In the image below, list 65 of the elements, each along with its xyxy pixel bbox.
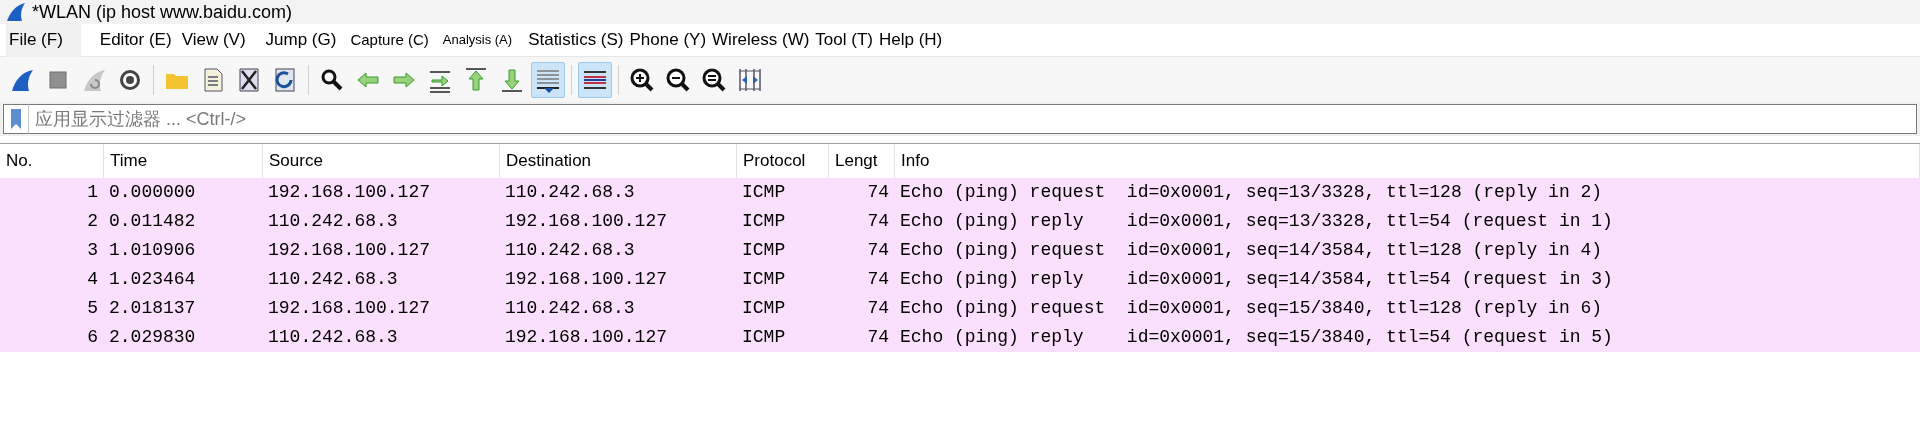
packet-row[interactable]: 3 1.010906 192.168.100.127 110.242.68.3 ICMP 74 Echo (ping) request id=0x0001, seq=14/3584, ttl=128 (reply in 4) — [0, 236, 1920, 265]
table-cell-text: 2.018137 — [109, 297, 196, 320]
table-cell-text: 74 — [867, 210, 889, 233]
menu-item[interactable]: Wireless (W) — [709, 23, 813, 57]
menu-item[interactable]: Statistics (S) — [525, 23, 627, 57]
menu-item[interactable]: Help (H) — [875, 23, 946, 57]
table-cell-text: Echo (ping) request id=0x0001, seq=13/3328, ttl=128 (reply in 2) — [900, 181, 1603, 204]
table-cell-text: Echo (ping) reply id=0x0001, seq=13/3328, ttl=54 (request in 1) — [900, 210, 1613, 233]
table-cell-text: 110.242.68.3 — [268, 268, 398, 291]
table-cell-text: ICMP — [742, 268, 786, 291]
table-cell-text: 4 — [87, 268, 98, 291]
window-title: *WLAN (ip host www.baidu.com) — [32, 3, 293, 21]
table-cell-text: 110.242.68.3 — [505, 239, 635, 262]
table-cell-text: 192.168.100.127 — [505, 326, 668, 349]
toolbar-button[interactable] — [578, 61, 612, 98]
display-filter-field[interactable]: 应用显示过滤器 ... <Ctrl-/> — [28, 104, 1917, 134]
packet-row[interactable]: 1 0.000000 192.168.100.127 110.242.68.3 ICMP 74 Echo (ping) request id=0x0001, seq=13/3328, ttl=128 (reply in 2) — [0, 178, 1920, 207]
menu-item[interactable]: Capture (C) — [347, 24, 432, 56]
menu-item[interactable]: View (V) — [178, 23, 249, 57]
table-cell-text: 110.242.68.3 — [505, 297, 635, 320]
menu-item[interactable]: File (F) — [6, 23, 81, 57]
table-cell-text: 110.242.68.3 — [268, 326, 398, 349]
table-cell-text: 192.168.100.127 — [505, 210, 668, 233]
table-cell-text: Echo (ping) reply id=0x0001, seq=15/3840, ttl=54 (request in 5) — [900, 326, 1613, 349]
table-cell-text: 110.242.68.3 — [505, 181, 635, 204]
table-cell-text: ICMP — [742, 326, 786, 349]
table-cell-text: 110.242.68.3 — [268, 210, 398, 233]
table-cell-text: 74 — [867, 268, 889, 291]
app-logo-icon — [6, 2, 26, 22]
table-cell-text: 192.168.100.127 — [268, 181, 431, 204]
table-cell-text: 5 — [87, 297, 98, 320]
menu-item[interactable]: Tool (T) — [812, 23, 876, 57]
table-cell-text: 74 — [867, 297, 889, 320]
menu-item[interactable]: Editor (E) — [96, 23, 175, 57]
table-cell-text: Echo (ping) reply id=0x0001, seq=14/3584, ttl=54 (request in 3) — [900, 268, 1613, 291]
bookmark-icon[interactable] — [10, 108, 22, 130]
table-cell-text: ICMP — [742, 297, 786, 320]
table-cell-text: 74 — [867, 326, 889, 349]
table-cell-text: 1.010906 — [109, 239, 196, 262]
table-cell-text: 192.168.100.127 — [268, 297, 431, 320]
packet-row[interactable]: 6 2.029830 110.242.68.3 192.168.100.127 ICMP 74 Echo (ping) reply id=0x0001, seq=15/3840, ttl=54 (request in 5) — [0, 323, 1920, 352]
table-cell-text: 0.011482 — [109, 210, 196, 233]
table-cell-text: Echo (ping) request id=0x0001, seq=14/3584, ttl=128 (reply in 4) — [900, 239, 1603, 262]
menu-item[interactable]: Analysis (A) — [439, 26, 516, 54]
table-cell-text: ICMP — [742, 181, 786, 204]
packet-row[interactable]: 2 0.011482 110.242.68.3 192.168.100.127 ICMP 74 Echo (ping) reply id=0x0001, seq=13/3328, ttl=54 (request in 1) — [0, 207, 1920, 236]
table-cell-text: 0.000000 — [109, 181, 196, 204]
table-cell-text: ICMP — [742, 210, 786, 233]
menu-item[interactable]: Jump (G) — [262, 23, 340, 57]
table-cell-text: 3 — [87, 239, 98, 262]
table-cell-text: 6 — [87, 326, 98, 349]
table-cell-text: 192.168.100.127 — [268, 239, 431, 262]
table-cell-text: 74 — [867, 181, 889, 204]
packet-row[interactable]: 5 2.018137 192.168.100.127 110.242.68.3 ICMP 74 Echo (ping) request id=0x0001, seq=15/3840, ttl=128 (reply in 6) — [0, 294, 1920, 323]
table-cell-text: 74 — [867, 239, 889, 262]
table-cell-text: Echo (ping) request id=0x0001, seq=15/3840, ttl=128 (reply in 6) — [900, 297, 1603, 320]
table-cell-text: 1.023464 — [109, 268, 196, 291]
table-cell-text: 2 — [87, 210, 98, 233]
menu-item[interactable]: Phone (Y) — [626, 23, 710, 57]
toolbar-button[interactable] — [531, 61, 565, 98]
table-cell-text: ICMP — [742, 239, 786, 262]
table-cell-text: 2.029830 — [109, 326, 196, 349]
table-cell-text: 1 — [87, 181, 98, 204]
packet-row[interactable]: 4 1.023464 110.242.68.3 192.168.100.127 ICMP 74 Echo (ping) reply id=0x0001, seq=14/3584, ttl=54 (request in 3) — [0, 265, 1920, 294]
table-cell-text: 192.168.100.127 — [505, 268, 668, 291]
